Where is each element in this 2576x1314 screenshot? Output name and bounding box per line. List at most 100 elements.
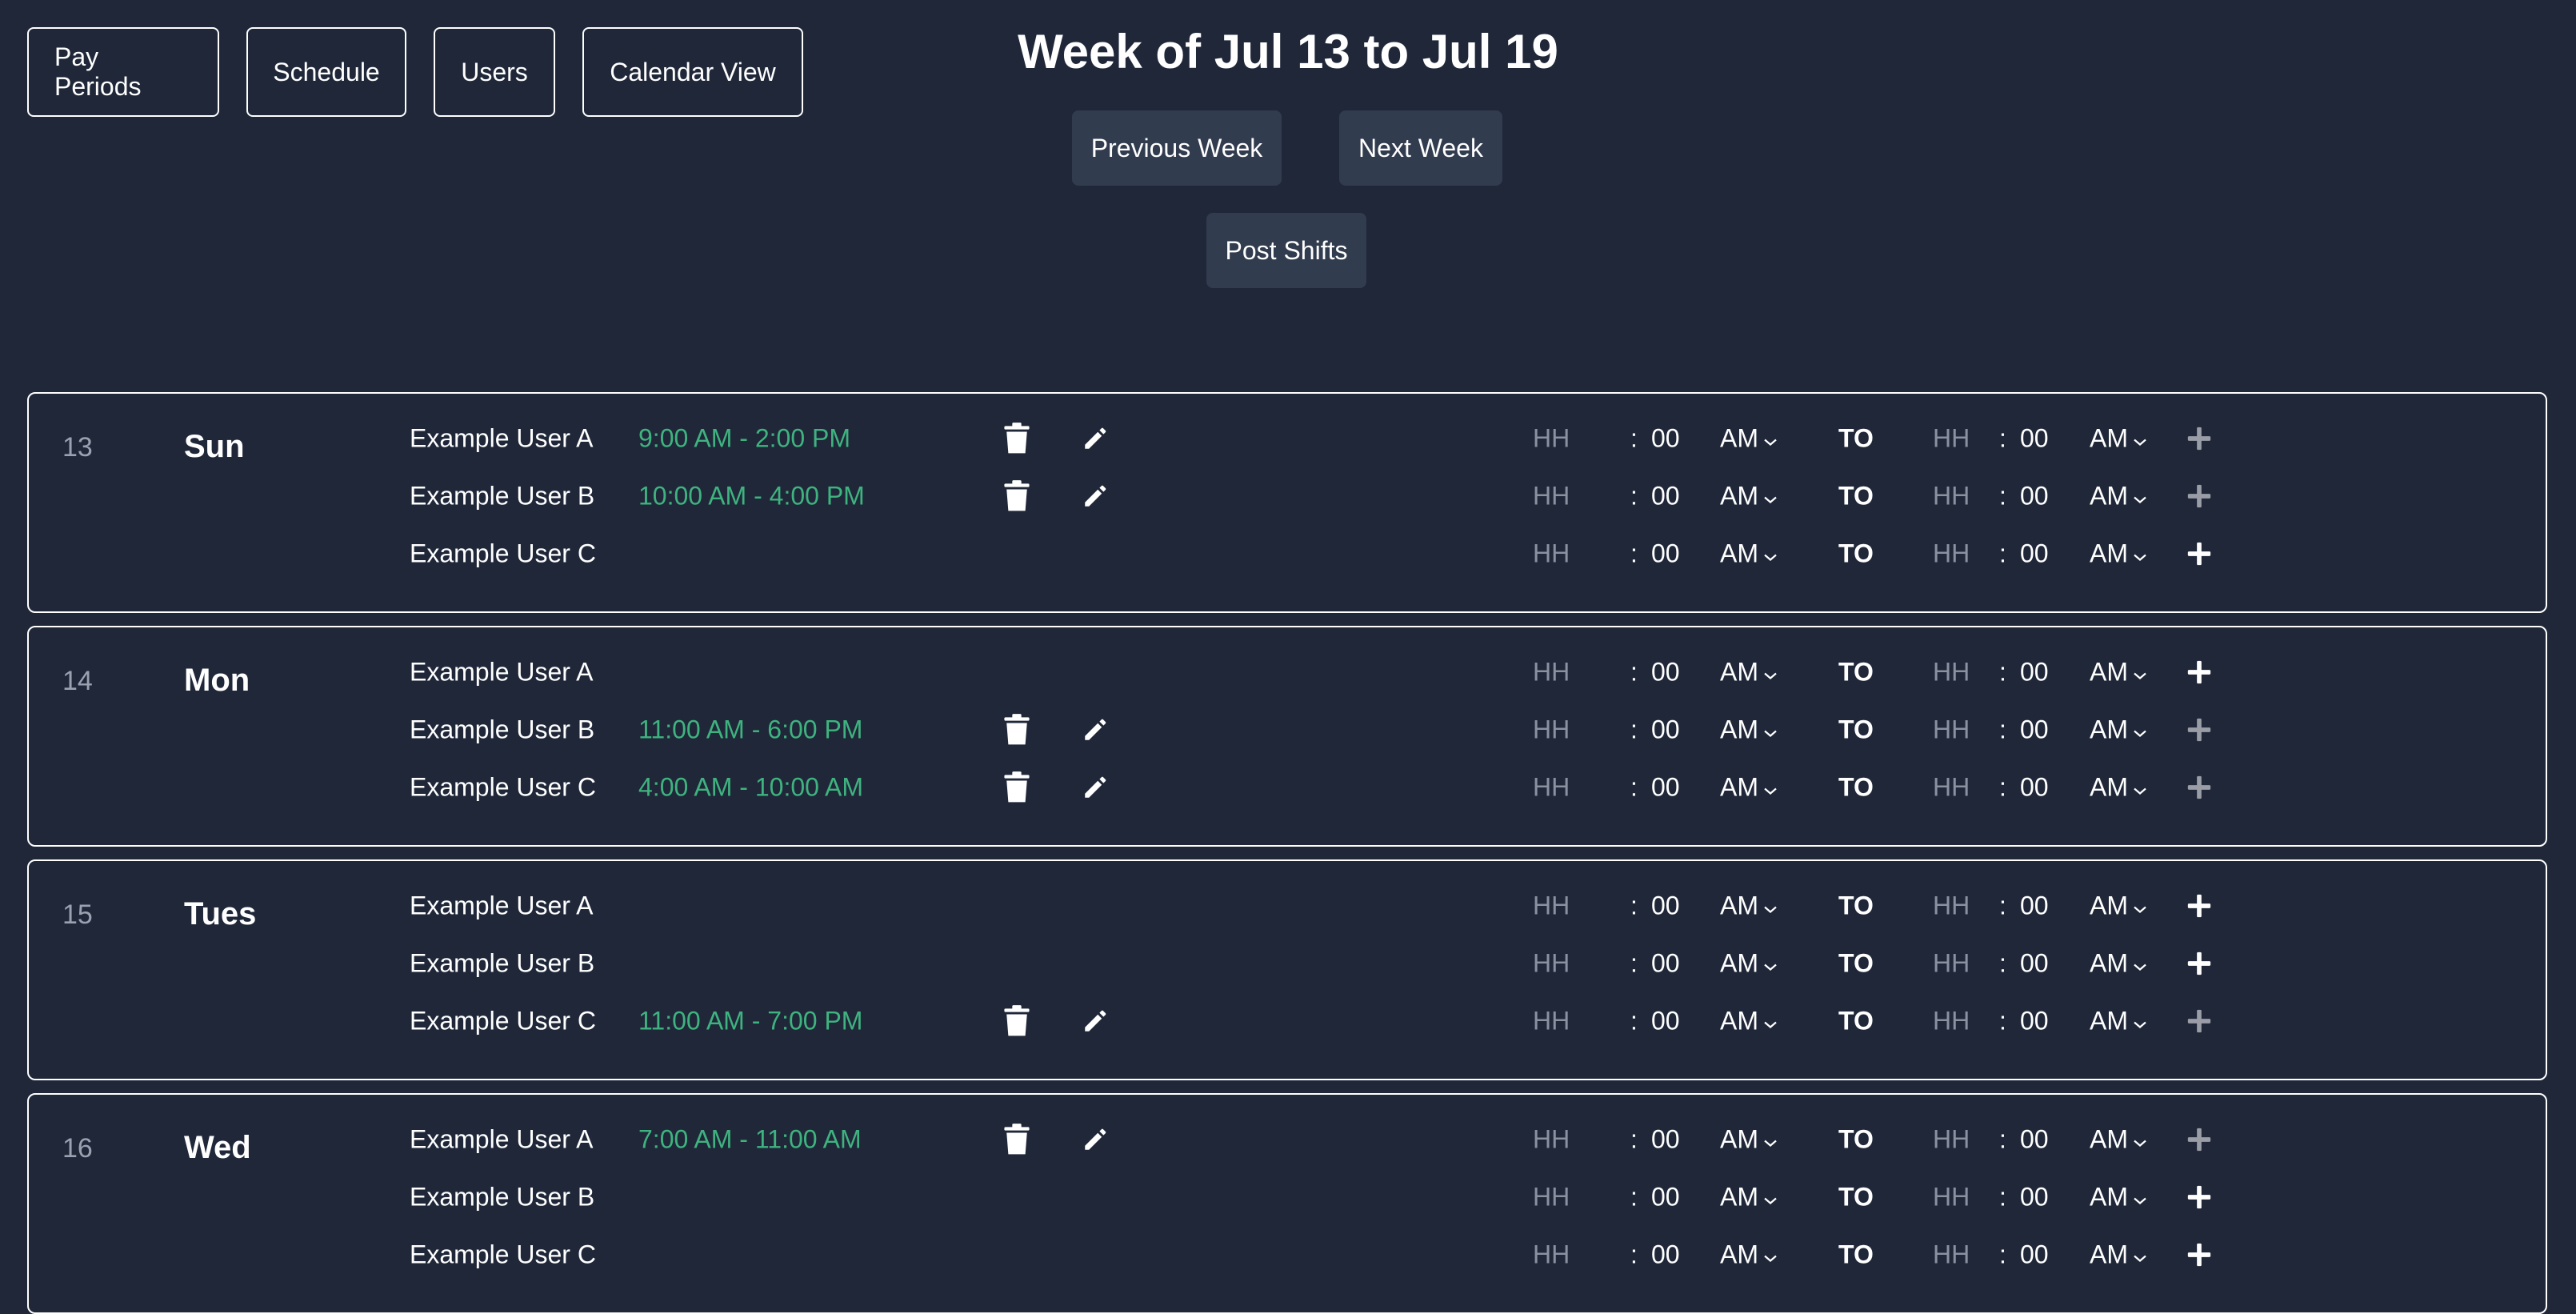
- pencil-icon[interactable]: [1082, 774, 1109, 801]
- end-minute-input[interactable]: 00: [2020, 891, 2049, 921]
- start-minute-input[interactable]: 00: [1651, 658, 1680, 687]
- start-meridiem-select[interactable]: AM: [1720, 891, 1778, 921]
- add-shift-icon[interactable]: [2186, 540, 2213, 567]
- start-hour-input[interactable]: HH: [1533, 1240, 1589, 1270]
- end-meridiem-select[interactable]: AM: [2090, 1125, 2147, 1155]
- start-minute-input[interactable]: 00: [1651, 539, 1680, 569]
- start-meridiem-select[interactable]: AM: [1720, 658, 1778, 687]
- add-shift-icon[interactable]: [2186, 774, 2213, 801]
- add-shift-icon[interactable]: [2186, 1008, 2213, 1035]
- start-minute-input[interactable]: 00: [1651, 1240, 1680, 1270]
- end-hour-input[interactable]: HH: [1933, 482, 1989, 511]
- start-minute-input[interactable]: 00: [1651, 424, 1680, 454]
- start-meridiem-select[interactable]: AM: [1720, 1240, 1778, 1270]
- end-hour-input[interactable]: HH: [1933, 424, 1989, 454]
- start-hour-input[interactable]: HH: [1533, 539, 1589, 569]
- start-minute-input[interactable]: 00: [1651, 949, 1680, 979]
- start-minute-input[interactable]: 00: [1651, 482, 1680, 511]
- start-meridiem-select[interactable]: AM: [1720, 949, 1778, 979]
- add-shift-icon[interactable]: [2186, 659, 2213, 686]
- pencil-icon[interactable]: [1082, 425, 1109, 452]
- end-hour-input[interactable]: HH: [1933, 1240, 1989, 1270]
- add-shift-icon[interactable]: [2186, 1184, 2213, 1211]
- start-minute-input[interactable]: 00: [1651, 715, 1680, 745]
- end-minute-input[interactable]: 00: [2020, 715, 2049, 745]
- start-hour-input[interactable]: HH: [1533, 1183, 1589, 1212]
- end-minute-input[interactable]: 00: [2020, 1240, 2049, 1270]
- end-minute-input[interactable]: 00: [2020, 1183, 2049, 1212]
- end-hour-input[interactable]: HH: [1933, 1125, 1989, 1155]
- add-shift-icon[interactable]: [2186, 1126, 2213, 1153]
- users-button[interactable]: Users: [434, 27, 555, 117]
- start-meridiem-select[interactable]: AM: [1720, 1183, 1778, 1212]
- trash-icon[interactable]: [1003, 480, 1030, 512]
- end-hour-input[interactable]: HH: [1933, 891, 1989, 921]
- end-meridiem-select[interactable]: AM: [2090, 715, 2147, 745]
- add-shift-icon[interactable]: [2186, 1241, 2213, 1268]
- end-minute-input[interactable]: 00: [2020, 1007, 2049, 1036]
- end-meridiem-select[interactable]: AM: [2090, 949, 2147, 979]
- start-minute-input[interactable]: 00: [1651, 891, 1680, 921]
- end-meridiem-select[interactable]: AM: [2090, 1007, 2147, 1036]
- previous-week-button[interactable]: Previous Week: [1072, 110, 1282, 186]
- end-hour-input[interactable]: HH: [1933, 1183, 1989, 1212]
- add-shift-icon[interactable]: [2186, 950, 2213, 977]
- pencil-icon[interactable]: [1082, 716, 1109, 743]
- trash-icon[interactable]: [1003, 771, 1030, 803]
- start-meridiem-select[interactable]: AM: [1720, 482, 1778, 511]
- add-shift-icon[interactable]: [2186, 483, 2213, 510]
- pay-periods-button[interactable]: Pay Periods: [27, 27, 219, 117]
- end-meridiem-select[interactable]: AM: [2090, 658, 2147, 687]
- start-hour-input[interactable]: HH: [1533, 773, 1589, 803]
- end-meridiem-select[interactable]: AM: [2090, 1183, 2147, 1212]
- start-meridiem-select[interactable]: AM: [1720, 424, 1778, 454]
- start-meridiem-select[interactable]: AM: [1720, 1007, 1778, 1036]
- end-hour-input[interactable]: HH: [1933, 949, 1989, 979]
- pencil-icon[interactable]: [1082, 1008, 1109, 1035]
- end-minute-input[interactable]: 00: [2020, 1125, 2049, 1155]
- start-meridiem-select[interactable]: AM: [1720, 1125, 1778, 1155]
- add-shift-icon[interactable]: [2186, 892, 2213, 919]
- end-meridiem-select[interactable]: AM: [2090, 482, 2147, 511]
- start-hour-input[interactable]: HH: [1533, 1007, 1589, 1036]
- end-meridiem-select[interactable]: AM: [2090, 773, 2147, 803]
- start-hour-input[interactable]: HH: [1533, 1125, 1589, 1155]
- end-meridiem-select[interactable]: AM: [2090, 891, 2147, 921]
- trash-icon[interactable]: [1003, 423, 1030, 455]
- end-meridiem-select[interactable]: AM: [2090, 1240, 2147, 1270]
- start-hour-input[interactable]: HH: [1533, 891, 1589, 921]
- end-meridiem-select[interactable]: AM: [2090, 424, 2147, 454]
- end-minute-input[interactable]: 00: [2020, 658, 2049, 687]
- start-meridiem-select[interactable]: AM: [1720, 715, 1778, 745]
- start-minute-input[interactable]: 00: [1651, 773, 1680, 803]
- start-meridiem-select[interactable]: AM: [1720, 773, 1778, 803]
- trash-icon[interactable]: [1003, 1124, 1030, 1156]
- start-hour-input[interactable]: HH: [1533, 424, 1589, 454]
- trash-icon[interactable]: [1003, 714, 1030, 746]
- end-hour-input[interactable]: HH: [1933, 658, 1989, 687]
- end-minute-input[interactable]: 00: [2020, 949, 2049, 979]
- trash-icon[interactable]: [1003, 1005, 1030, 1037]
- end-hour-input[interactable]: HH: [1933, 539, 1989, 569]
- pencil-icon[interactable]: [1082, 1126, 1109, 1153]
- start-minute-input[interactable]: 00: [1651, 1183, 1680, 1212]
- end-hour-input[interactable]: HH: [1933, 1007, 1989, 1036]
- start-hour-input[interactable]: HH: [1533, 658, 1589, 687]
- end-minute-input[interactable]: 00: [2020, 424, 2049, 454]
- calendar-view-button[interactable]: Calendar View: [582, 27, 803, 117]
- start-minute-input[interactable]: 00: [1651, 1125, 1680, 1155]
- add-shift-icon[interactable]: [2186, 425, 2213, 452]
- end-hour-input[interactable]: HH: [1933, 715, 1989, 745]
- start-minute-input[interactable]: 00: [1651, 1007, 1680, 1036]
- pencil-icon[interactable]: [1082, 483, 1109, 510]
- next-week-button[interactable]: Next Week: [1339, 110, 1502, 186]
- start-hour-input[interactable]: HH: [1533, 949, 1589, 979]
- start-hour-input[interactable]: HH: [1533, 482, 1589, 511]
- end-meridiem-select[interactable]: AM: [2090, 539, 2147, 569]
- end-minute-input[interactable]: 00: [2020, 482, 2049, 511]
- start-meridiem-select[interactable]: AM: [1720, 539, 1778, 569]
- start-hour-input[interactable]: HH: [1533, 715, 1589, 745]
- end-minute-input[interactable]: 00: [2020, 539, 2049, 569]
- add-shift-icon[interactable]: [2186, 716, 2213, 743]
- end-hour-input[interactable]: HH: [1933, 773, 1989, 803]
